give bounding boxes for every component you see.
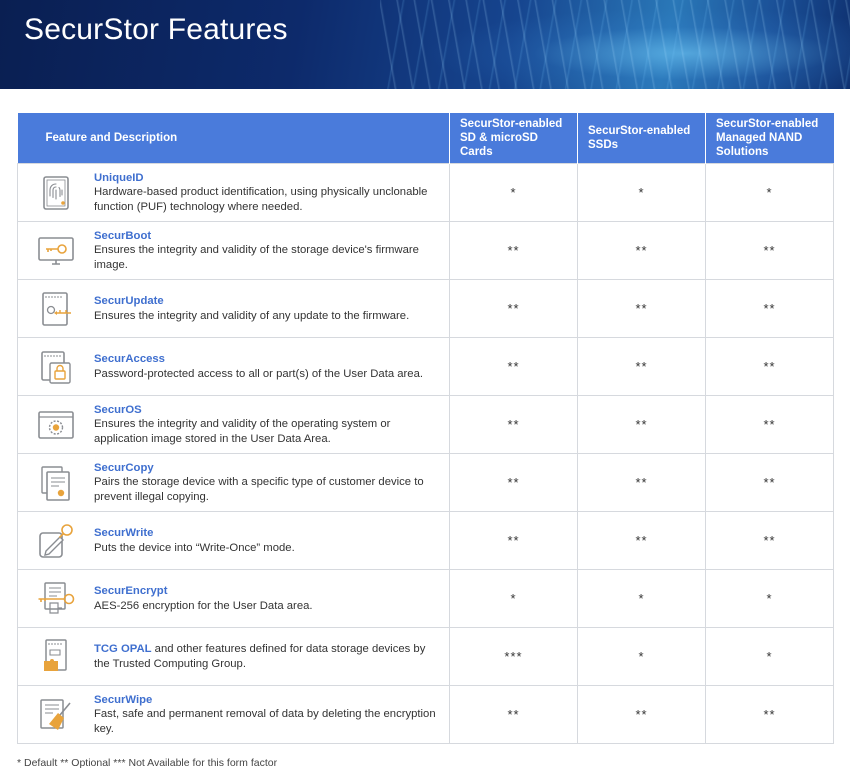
banner-decoration <box>380 0 850 89</box>
feature-cell: TCG OPAL and other features defined for … <box>17 627 450 686</box>
feature-cell: SecurUpdate Ensures the integrity and va… <box>17 279 450 338</box>
column-header-ssds: SecurStor-enabled SSDs <box>577 113 706 164</box>
ssd-support-mark: ** <box>577 511 706 570</box>
feature-cell: UniqueID Hardware-based product identifi… <box>17 163 450 222</box>
page-title: SecurStor Features <box>24 13 288 46</box>
nand-support-mark: * <box>705 569 834 628</box>
column-header-managed-nand: SecurStor-enabled Managed NAND Solutions <box>705 113 834 164</box>
ssd-support-mark: ** <box>577 685 706 744</box>
table-row: TCG OPAL and other features defined for … <box>17 627 834 686</box>
encrypt-key-icon <box>18 579 94 619</box>
feature-name: SecurAccess <box>94 353 165 365</box>
table-row: SecurUpdate Ensures the integrity and va… <box>17 279 834 338</box>
nand-support-mark: ** <box>705 395 834 454</box>
features-table: Feature and Description SecurStor-enable… <box>17 113 834 744</box>
feature-cell: SecurWrite Puts the device into “Write-O… <box>17 511 450 570</box>
nand-support-mark: ** <box>705 685 834 744</box>
feature-name: SecurCopy <box>94 461 154 474</box>
feature-name: SecurWipe <box>94 693 153 706</box>
legend-footnote: * Default ** Optional *** Not Available … <box>17 757 278 769</box>
feature-description: Fast, safe and permanent removal of data… <box>94 708 436 735</box>
sd-support-mark: * <box>449 163 578 222</box>
feature-name: SecurWrite <box>94 527 154 539</box>
sd-support-mark: *** <box>449 627 578 686</box>
table-row: SecurWipe Fast, safe and permanent remov… <box>17 685 834 744</box>
ssd-support-mark: * <box>577 627 706 686</box>
feature-description: Ensures the integrity and validity of th… <box>94 418 391 445</box>
feature-name: SecurUpdate <box>94 295 164 307</box>
feature-name: SecurOS <box>94 403 142 416</box>
nand-support-mark: ** <box>705 453 834 512</box>
monitor-key-icon <box>18 231 94 271</box>
table-row: UniqueID Hardware-based product identifi… <box>17 163 834 222</box>
table-row: SecurBoot Ensures the integrity and vali… <box>17 221 834 280</box>
column-header-feature: Feature and Description <box>17 113 450 164</box>
sd-support-mark: ** <box>449 685 578 744</box>
table-row: SecurOS Ensures the integrity and validi… <box>17 395 834 454</box>
nand-support-mark: * <box>705 627 834 686</box>
lock-document-icon <box>18 347 94 387</box>
sd-support-mark: ** <box>449 279 578 338</box>
opal-puzzle-icon <box>18 637 94 677</box>
ssd-support-mark: ** <box>577 395 706 454</box>
os-gear-icon <box>18 405 94 445</box>
feature-name: SecurEncrypt <box>94 585 168 597</box>
ssd-support-mark: * <box>577 569 706 628</box>
feature-cell: SecurCopy Pairs the storage device with … <box>17 453 450 512</box>
wipe-broom-icon <box>18 695 94 735</box>
sd-support-mark: * <box>449 569 578 628</box>
sd-support-mark: ** <box>449 511 578 570</box>
feature-cell: SecurAccess Password-protected access to… <box>17 337 450 396</box>
ssd-support-mark: ** <box>577 221 706 280</box>
feature-description: Ensures the integrity and validity of an… <box>94 309 410 322</box>
feature-description: Ensures the integrity and validity of th… <box>94 244 419 271</box>
ssd-support-mark: ** <box>577 337 706 396</box>
nand-support-mark: ** <box>705 337 834 396</box>
ssd-support-mark: * <box>577 163 706 222</box>
feature-description: AES-256 encryption for the User Data are… <box>94 599 313 612</box>
feature-name: TCG OPAL <box>94 643 152 655</box>
table-row: SecurCopy Pairs the storage device with … <box>17 453 834 512</box>
sd-support-mark: ** <box>449 221 578 280</box>
ssd-support-mark: ** <box>577 453 706 512</box>
table-row: SecurWrite Puts the device into “Write-O… <box>17 511 834 570</box>
write-pen-icon <box>18 521 94 561</box>
feature-description: Hardware-based product identification, u… <box>94 186 428 213</box>
feature-description: Puts the device into “Write-Once” mode. <box>94 541 295 554</box>
feature-name: SecurBoot <box>94 229 152 242</box>
nand-support-mark: ** <box>705 511 834 570</box>
fingerprint-icon <box>18 173 94 213</box>
nand-support-mark: ** <box>705 279 834 338</box>
copy-document-icon <box>18 463 94 503</box>
feature-description: Password-protected access to all or part… <box>94 367 424 380</box>
nand-support-mark: * <box>705 163 834 222</box>
ssd-support-mark: ** <box>577 279 706 338</box>
sd-support-mark: ** <box>449 337 578 396</box>
column-header-sd-cards: SecurStor-enabled SD & microSD Cards <box>449 113 578 164</box>
feature-cell: SecurEncrypt AES-256 encryption for the … <box>17 569 450 628</box>
sd-support-mark: ** <box>449 453 578 512</box>
nand-support-mark: ** <box>705 221 834 280</box>
table-row: SecurAccess Password-protected access to… <box>17 337 834 396</box>
feature-cell: SecurOS Ensures the integrity and validi… <box>17 395 450 454</box>
firmware-update-icon <box>18 289 94 329</box>
feature-name: UniqueID <box>94 171 144 184</box>
header-banner: SecurStor Features <box>0 0 850 89</box>
sd-support-mark: ** <box>449 395 578 454</box>
table-row: SecurEncrypt AES-256 encryption for the … <box>17 569 834 628</box>
table-header-row: Feature and Description SecurStor-enable… <box>17 113 834 164</box>
feature-description: Pairs the storage device with a specific… <box>94 476 424 503</box>
feature-cell: SecurWipe Fast, safe and permanent remov… <box>17 685 450 744</box>
feature-cell: SecurBoot Ensures the integrity and vali… <box>17 221 450 280</box>
